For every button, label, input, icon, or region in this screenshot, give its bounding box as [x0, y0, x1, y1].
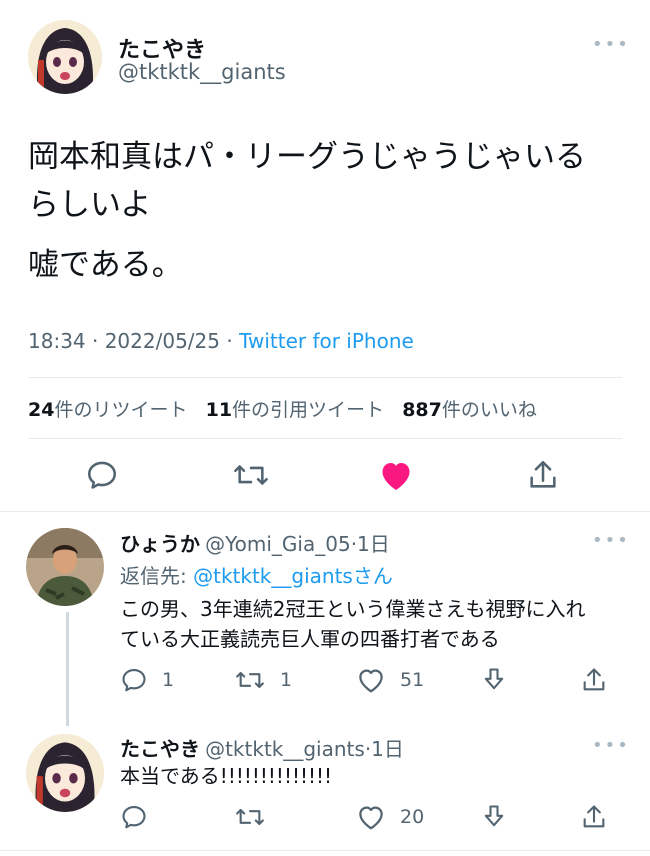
reply-author-name[interactable]: たこやき	[120, 737, 200, 761]
like-button[interactable]: 20	[356, 801, 424, 833]
divider	[0, 850, 650, 851]
likes-stat[interactable]: 887件のいいね	[402, 399, 537, 421]
retweet-button[interactable]	[229, 455, 273, 495]
reply-time[interactable]: ·1日	[351, 532, 390, 556]
share-button[interactable]	[580, 664, 608, 696]
divider	[0, 511, 650, 512]
reply-button[interactable]	[82, 455, 122, 495]
heart-icon	[359, 806, 383, 830]
reply-button[interactable]: 1	[120, 664, 174, 696]
reply-time[interactable]: ·1日	[365, 737, 404, 761]
reply-text-line2: ている大正義読売巨人軍の四番打者である	[120, 627, 500, 651]
replying-to-prefix: 返信先:	[120, 564, 194, 588]
retweet-icon	[234, 465, 268, 485]
photo-avatar-image	[26, 528, 104, 606]
reply-count: 1	[162, 669, 175, 691]
likes-label: 件のいいね	[441, 399, 537, 421]
reply-author-handle[interactable]: @tktktk__giants	[205, 737, 365, 761]
share-icon	[583, 805, 605, 828]
replying-to-suffix: さん	[352, 564, 393, 588]
avatar[interactable]	[26, 734, 104, 812]
tweet-meta: 18:34 · 2022/05/25 · Twitter for iPhone	[28, 329, 414, 353]
anime-avatar-image	[28, 20, 102, 94]
reply-author-handle[interactable]: @Yomi_Gia_05	[205, 532, 351, 556]
retweets-stat[interactable]: 24件のリツイート	[28, 399, 187, 421]
more-options-icon[interactable]: •••	[592, 530, 630, 551]
retweet-button[interactable]: 1	[234, 664, 292, 696]
tweet-text-line2: らしいよ	[28, 187, 152, 223]
anime-avatar-image	[26, 734, 104, 812]
like-button[interactable]	[376, 455, 416, 495]
avatar[interactable]	[28, 20, 102, 94]
author-handle[interactable]: @tktktk__giants	[118, 60, 286, 84]
reply-text-line1: 本当である!!!!!!!!!!!!!!	[120, 764, 333, 788]
bookmark-download-button[interactable]	[480, 664, 508, 696]
quotes-count: 11	[205, 399, 233, 421]
download-arrow-icon	[484, 805, 504, 827]
retweets-label: 件のリツイート	[54, 399, 188, 421]
share-icon	[530, 460, 556, 488]
quotes-label: 件の引用ツイート	[232, 399, 385, 421]
reply-text-line1: この男、3年連続2冠王という偉業さえも視野に入れ	[120, 597, 586, 621]
reply-button[interactable]	[120, 801, 148, 833]
tweet-timestamp[interactable]: 18:34 · 2022/05/25 ·	[28, 329, 239, 353]
reply-actions: 1 1 51	[120, 664, 620, 696]
share-button[interactable]	[580, 801, 608, 833]
share-button[interactable]	[523, 455, 563, 495]
share-icon	[583, 668, 605, 691]
like-count: 51	[400, 669, 425, 691]
retweet-button[interactable]	[234, 801, 266, 833]
replying-to: 返信先: @tktktk__giantsさん	[120, 560, 393, 589]
reply-actions: 20	[120, 801, 620, 833]
tweet-stats: 24件のリツイート 11件の引用ツイート 887件のいいね	[28, 395, 537, 422]
reply-icon	[122, 669, 146, 692]
avatar[interactable]	[26, 528, 104, 606]
tweet-client[interactable]: Twitter for iPhone	[239, 329, 414, 353]
retweet-icon	[236, 808, 264, 826]
download-arrow-icon	[484, 668, 504, 690]
retweet-count: 1	[280, 669, 293, 691]
divider	[28, 377, 622, 378]
bookmark-download-button[interactable]	[480, 801, 508, 833]
tweet-text-line1: 岡本和真はパ・リーグうじゃうじゃいる	[28, 139, 586, 175]
like-count: 20	[400, 806, 425, 828]
thread-line	[66, 612, 69, 726]
retweet-icon	[236, 671, 264, 689]
replying-to-handle[interactable]: @tktktk__giants	[193, 564, 353, 588]
reply-header: たこやき @tktktk__giants·1日	[120, 733, 404, 762]
reply-icon	[122, 806, 146, 829]
quotes-stat[interactable]: 11件の引用ツイート	[206, 399, 384, 421]
tweet-text-line3: 嘘である。	[28, 247, 183, 283]
more-options-icon[interactable]: •••	[592, 34, 630, 55]
heart-icon	[359, 669, 383, 693]
reply-author-name[interactable]: ひょうか	[120, 532, 200, 556]
like-button[interactable]: 51	[356, 664, 424, 696]
reply-icon	[87, 461, 117, 489]
likes-count: 887	[402, 399, 442, 421]
retweets-count: 24	[28, 399, 55, 421]
more-options-icon[interactable]: •••	[592, 735, 630, 756]
heart-filled-icon	[382, 463, 410, 490]
reply-header: ひょうか @Yomi_Gia_05·1日	[120, 528, 390, 557]
divider	[28, 438, 622, 439]
